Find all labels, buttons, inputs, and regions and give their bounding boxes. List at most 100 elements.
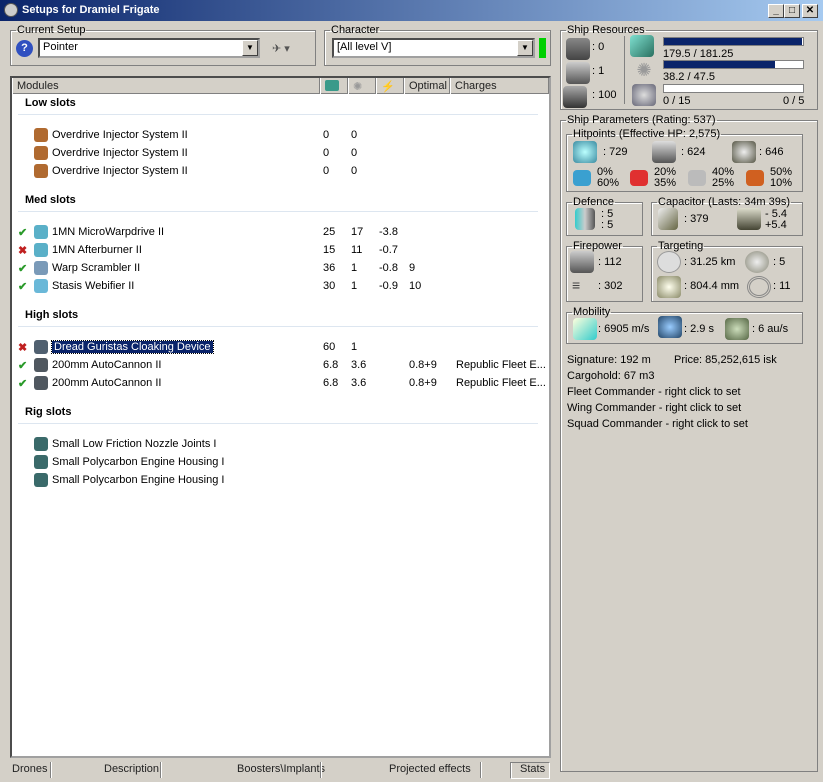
module-icon [34,376,48,390]
volley-icon [570,251,594,273]
turret-icon [566,38,590,60]
tab-separator [160,762,162,778]
check-icon[interactable]: ✔ [18,377,27,390]
tab-boosters-implants[interactable]: Boosters\Implants [237,763,325,775]
calibration-bar [663,84,804,93]
cross-icon[interactable]: ✖ [18,244,27,257]
module-row[interactable]: ✔ 200mm AutoCannon II 6.8 3.6 0.8+9 Republic … [12,375,549,393]
shield-icon [573,141,597,163]
drone-bay-value: : 100 [592,89,617,101]
character-status-indicator [539,38,546,58]
setup-value: Pointer [43,41,78,53]
capacitor-regen: +5.4 [765,219,787,231]
col-charges[interactable]: Charges [450,78,549,94]
shield-hp: : 729 [603,146,628,158]
maximize-button[interactable]: □ [784,4,800,18]
rig-slots-value: 0 / 5 [783,95,805,107]
module-powergrid: 3.6 [351,359,367,371]
tab-projected-effects[interactable]: Projected effects [389,763,471,775]
cpu-bar [663,37,804,46]
tab-drones[interactable]: Drones [12,763,47,775]
em-resist-icon [573,170,591,186]
check-icon[interactable]: ✔ [18,359,27,372]
module-capacitor: -3.8 [379,226,398,238]
check-icon[interactable]: ✔ [18,262,27,275]
current-setup-label: Current Setup [17,24,86,36]
module-icon [34,164,48,178]
module-powergrid: 0 [351,147,358,159]
module-row[interactable]: Small Polycarbon Engine Housing I [12,472,549,490]
module-name: Overdrive Injector System II [52,129,188,141]
module-capacitor: -0.7 [379,244,398,256]
tab-separator [50,762,52,778]
section-divider [18,326,538,327]
module-row[interactable]: Overdrive Injector System II 0 0 [12,163,549,181]
module-charges: Republic Fleet E... [456,359,546,371]
align-time: : 2.9 s [684,323,714,335]
launcher-slots: : 1 [592,65,605,77]
module-optimal: 9 [409,262,416,274]
module-cpu: 36 [323,262,336,274]
kinetic-resist-armor: 25% [712,177,735,189]
close-button[interactable]: ✕ [802,4,818,18]
module-row[interactable]: ✔ 200mm AutoCannon II 6.8 3.6 0.8+9 Republic … [12,357,549,375]
module-powergrid: 3.6 [351,377,367,389]
module-row[interactable]: ✔ Warp Scrambler II 36 1 -0.8 9 [12,260,549,278]
minimize-button[interactable]: _ [768,4,784,18]
module-icon [34,279,48,293]
col-optimal[interactable]: Optimal [404,78,450,94]
tab-description[interactable]: Description [104,763,159,775]
module-name: Dread Guristas Cloaking Device [51,340,214,354]
col-modules[interactable]: Modules [12,78,320,94]
launcher-icon [566,62,590,84]
module-icon [34,225,48,239]
warp-speed: : 6 au/s [752,323,789,335]
module-row[interactable]: Small Polycarbon Engine Housing I [12,454,549,472]
module-row[interactable]: Small Low Friction Nozzle Joints I [12,436,549,454]
chevron-down-icon[interactable]: ▼ [517,40,533,56]
module-row[interactable]: Overdrive Injector System II 0 0 [12,145,549,163]
module-row[interactable]: ✔ 1MN MicroWarpdrive II 25 17 -3.8 [12,224,549,242]
module-icon [34,473,48,487]
speed-icon [573,318,597,340]
sensor-strength-icon [747,276,771,298]
dps-value: : 302 [598,280,623,292]
module-icon [34,358,48,372]
modules-list[interactable]: Modules ✺ ⚡ Optimal Charges Low slots Ove… [10,76,551,758]
module-row[interactable]: ✖ Dread Guristas Cloaking Device 60 1 [12,339,549,357]
tab-separator [320,762,322,778]
defence-icon [575,208,595,230]
cross-icon[interactable]: ✖ [18,341,27,354]
armor-hp: : 624 [681,146,706,158]
squad-commander[interactable]: Squad Commander - right click to set [567,418,748,430]
help-icon[interactable]: ? [16,40,33,57]
col-cpu-icon[interactable] [320,78,348,94]
fleet-commander[interactable]: Fleet Commander - right click to set [567,386,741,398]
check-icon[interactable]: ✔ [18,280,27,293]
setup-options-icon[interactable]: ✈ ▾ [272,42,290,55]
section-divider [18,114,538,115]
col-powergrid-icon[interactable]: ✺ [348,78,376,94]
max-targets-icon [745,251,769,273]
chevron-down-icon[interactable]: ▼ [242,40,258,56]
turret-slots: : 0 [592,41,605,53]
modules-header: Modules ✺ ⚡ Optimal Charges [12,78,549,94]
capacitor-value: : 379 [684,213,709,225]
module-name: 1MN Afterburner II [52,244,142,256]
character-label: Character [331,24,380,36]
module-name: 200mm AutoCannon II [52,359,162,371]
module-row[interactable]: ✔ Stasis Webifier II 30 1 -0.9 10 [12,278,549,296]
scan-resolution: : 804.4 mm [684,280,740,292]
module-row[interactable]: Overdrive Injector System II 0 0 [12,127,549,145]
module-row[interactable]: ✖ 1MN Afterburner II 15 11 -0.7 [12,242,549,260]
col-capacitor-icon[interactable]: ⚡ [376,78,404,94]
check-icon[interactable]: ✔ [18,226,27,239]
volley-value: : 112 [598,256,622,268]
character-select[interactable]: [All level V] ▼ [332,38,535,58]
kinetic-resist-icon [688,170,706,186]
cpu-value: 179.5 / 181.25 [663,48,734,60]
powergrid-icon: ✺ [636,60,652,80]
wing-commander[interactable]: Wing Commander - right click to set [567,402,741,414]
hull-hp: : 646 [759,146,784,158]
setup-select[interactable]: Pointer ▼ [38,38,260,58]
